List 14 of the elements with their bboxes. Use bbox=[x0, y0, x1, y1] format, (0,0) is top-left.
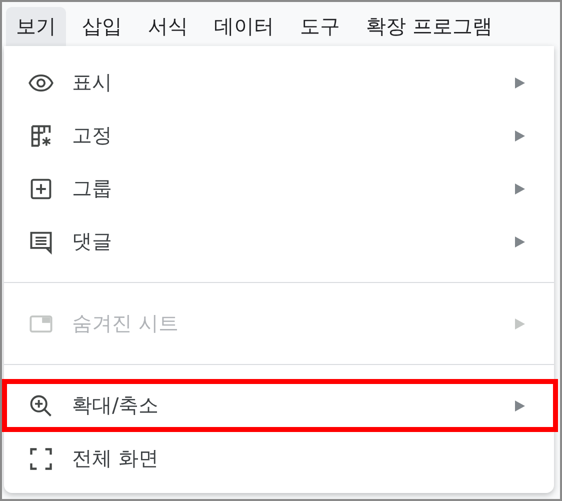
menu-item[interactable]: 표시 bbox=[4, 56, 554, 109]
menu-bar-item[interactable]: 서식 bbox=[138, 6, 198, 46]
zoom-in-icon bbox=[28, 392, 54, 418]
menu-item[interactable]: 그룹 bbox=[4, 162, 554, 215]
menu-item[interactable]: 댓글 bbox=[4, 215, 554, 268]
menu-item[interactable]: 확대/축소 bbox=[2, 379, 558, 432]
menu-bar-item[interactable]: 도구 bbox=[290, 6, 350, 46]
menu-item[interactable]: 고정 bbox=[4, 109, 554, 162]
fullscreen-icon bbox=[28, 446, 54, 472]
menu-bar-item[interactable]: 보기 bbox=[6, 6, 66, 46]
menu-bar-item[interactable]: 데이터 bbox=[204, 6, 284, 46]
menu-item[interactable]: 전체 화면 bbox=[4, 432, 554, 485]
menu-bar-item[interactable]: 확장 프로그램 bbox=[356, 6, 502, 46]
menu-bar-item[interactable]: 삽입 bbox=[72, 6, 132, 46]
